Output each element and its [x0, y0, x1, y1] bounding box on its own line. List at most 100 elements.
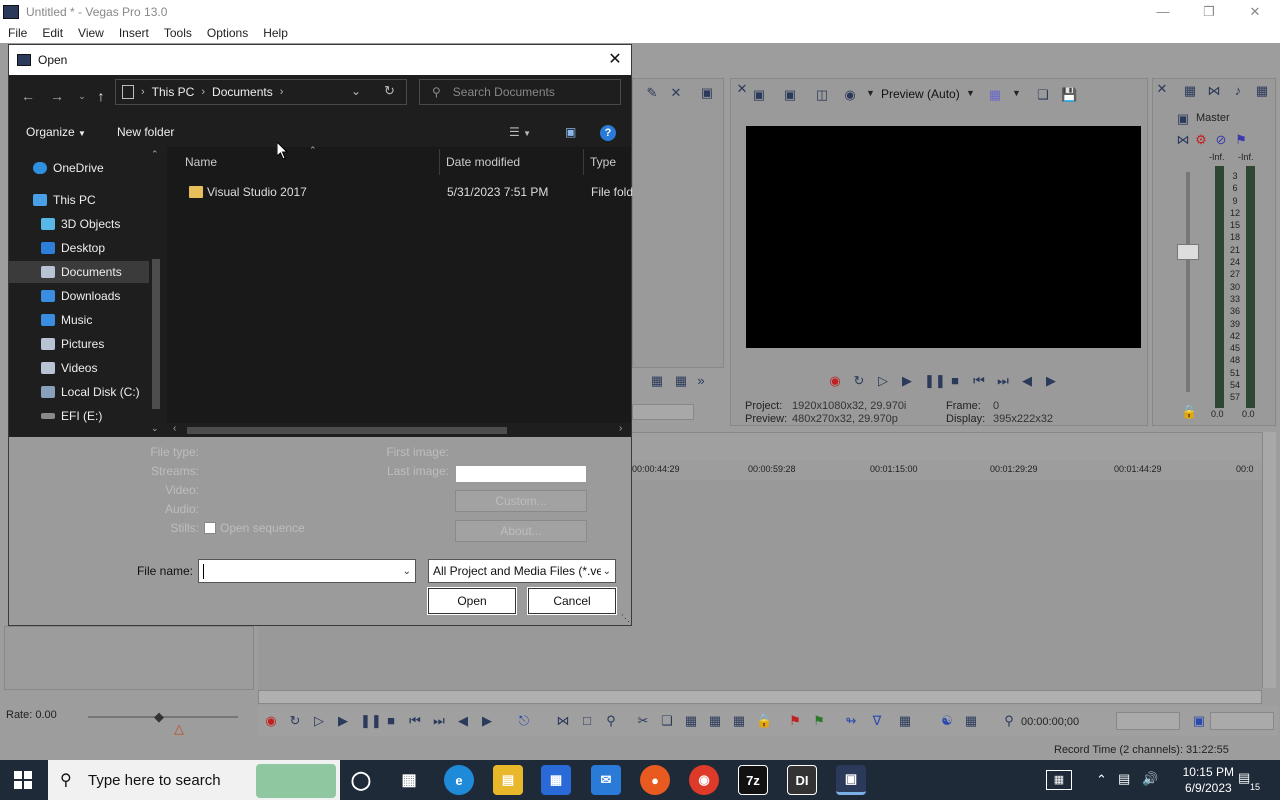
- column-header-date-modified[interactable]: Date modified: [446, 155, 520, 169]
- recent-locations-chevron-icon[interactable]: ⌄: [73, 87, 91, 105]
- fader-lock-icon[interactable]: 🔒: [1181, 405, 1197, 419]
- cancel-button[interactable]: Cancel: [527, 587, 617, 615]
- resize-grip-icon[interactable]: ⋱: [621, 613, 630, 624]
- master-fader-track[interactable]: [1186, 172, 1190, 392]
- open-sequence-checkbox[interactable]: [204, 522, 216, 534]
- close-app-button[interactable]: ✕: [1232, 0, 1278, 23]
- pause-icon[interactable]: ❚❚: [924, 374, 946, 388]
- rate-slider-handle-icon[interactable]: ◆: [152, 710, 166, 724]
- nav-item-local-disk[interactable]: Local Disk (C:): [9, 381, 149, 403]
- preview-pane-icon[interactable]: ▣: [565, 125, 576, 139]
- breadcrumb-documents[interactable]: Documents: [212, 85, 273, 99]
- mixer-tool-1-icon[interactable]: ▦: [1183, 84, 1197, 98]
- play-from-start-icon[interactable]: ▷: [876, 374, 890, 388]
- timeline-prev-frame-icon[interactable]: ◀: [456, 714, 470, 728]
- mixer-close-icon[interactable]: ✕: [1155, 82, 1169, 96]
- overlays-icon[interactable]: ◉: [843, 88, 857, 102]
- scroll-left-icon[interactable]: ‹: [173, 423, 176, 434]
- marker-flag-icon[interactable]: ⚑: [788, 714, 802, 728]
- region-icon[interactable]: ▦: [674, 374, 688, 388]
- timeline-next-frame-icon[interactable]: ▶: [480, 714, 494, 728]
- new-folder-button[interactable]: New folder: [117, 125, 174, 139]
- column-header-type[interactable]: Type: [590, 155, 616, 169]
- selection-length-field[interactable]: [1116, 712, 1180, 730]
- nav-item-this-pc[interactable]: This PC: [9, 189, 149, 211]
- preview-quality-arrow-icon[interactable]: ▼: [966, 88, 975, 98]
- scroll-down-icon[interactable]: ⌄: [151, 423, 159, 434]
- timeline-play-from-start-icon[interactable]: ▷: [312, 714, 326, 728]
- timeline-ruler[interactable]: 00:00:44:29 00:00:59:28 00:01:15:00 00:0…: [632, 460, 1262, 480]
- mixer-fx-icon[interactable]: ⋈: [1176, 133, 1190, 147]
- last-image-field[interactable]: [455, 465, 587, 483]
- taskbar-clock[interactable]: 10:15 PM 6/9/2023: [1183, 764, 1234, 796]
- address-dropdown-icon[interactable]: ⌄: [351, 84, 361, 98]
- master-fader-handle[interactable]: [1177, 244, 1199, 260]
- hscroll-thumb[interactable]: [187, 427, 507, 434]
- timeline-loop-icon[interactable]: ↻: [288, 714, 302, 728]
- tray-chevron-icon[interactable]: ⌃: [1096, 772, 1107, 788]
- timeline-vscrollbar[interactable]: [1262, 432, 1276, 688]
- pencil-icon[interactable]: ✎: [645, 86, 659, 100]
- grid-icon[interactable]: ▦: [988, 88, 1002, 102]
- previous-frame-icon[interactable]: ◀: [1020, 374, 1034, 388]
- custom-button[interactable]: Custom...: [455, 490, 587, 512]
- volume-icon[interactable]: 🔊: [1142, 771, 1158, 787]
- timecode-field[interactable]: [1210, 712, 1274, 730]
- lock-envelopes-icon[interactable]: ☯: [940, 714, 954, 728]
- auto-ripple-icon[interactable]: ↬: [844, 714, 858, 728]
- record-icon[interactable]: ◉: [828, 374, 842, 388]
- firefox-icon[interactable]: ●: [640, 765, 670, 795]
- scroll-up-icon[interactable]: ⌃: [151, 149, 159, 160]
- selection-tool-icon[interactable]: □: [580, 714, 594, 728]
- paste-icon[interactable]: ▦: [684, 714, 698, 728]
- timeline-pause-icon[interactable]: ❚❚: [360, 714, 382, 728]
- timeline-go-start-icon[interactable]: ⏮: [408, 714, 422, 728]
- column-header-name[interactable]: Name: [185, 155, 217, 169]
- address-bar[interactable]: › This PC › Documents › ⌄ ↻: [115, 79, 407, 105]
- dialog-close-icon[interactable]: ✕: [605, 50, 625, 70]
- go-to-start-icon[interactable]: ⏮: [972, 374, 986, 388]
- breadcrumb-this-pc[interactable]: This PC: [152, 85, 195, 99]
- split-screen-icon[interactable]: ◫: [815, 88, 829, 102]
- vegas-taskbar-icon[interactable]: ▣: [836, 765, 866, 795]
- back-arrow-icon[interactable]: ←: [19, 87, 37, 105]
- delete-icon[interactable]: ✕: [669, 86, 683, 100]
- edge-icon[interactable]: e: [444, 765, 474, 795]
- nav-pane-scrollbar[interactable]: ⌃ ⌄: [149, 147, 163, 437]
- windows-start-icon[interactable]: [14, 771, 32, 789]
- help-icon[interactable]: ?: [600, 125, 616, 141]
- envelope-tool-icon[interactable]: ⋈: [556, 714, 570, 728]
- organize-button[interactable]: Organize ▼: [26, 125, 86, 139]
- nav-item-videos[interactable]: Videos: [9, 357, 149, 379]
- di-app-icon[interactable]: DI: [787, 765, 817, 795]
- ignore-grouping-icon[interactable]: ▦: [964, 714, 978, 728]
- nav-item-downloads[interactable]: Downloads: [9, 285, 149, 307]
- file-name-input[interactable]: ⌄: [198, 559, 416, 583]
- split-icon[interactable]: ▦: [732, 714, 746, 728]
- task-view-icon[interactable]: ▦: [394, 765, 424, 795]
- menu-edit[interactable]: Edit: [34, 26, 70, 40]
- save-snapshot-icon[interactable]: 💾: [1061, 88, 1077, 102]
- timeline-play-icon[interactable]: ▶: [336, 714, 350, 728]
- restore-button[interactable]: ❐: [1186, 0, 1232, 23]
- go-to-end-icon[interactable]: ⏭: [996, 374, 1010, 388]
- mixer-tool-4-icon[interactable]: ▦: [1255, 84, 1269, 98]
- file-type-dropdown-icon[interactable]: ⌄: [600, 566, 611, 577]
- nav-item-efi[interactable]: EFI (E:): [9, 405, 149, 427]
- refresh-icon[interactable]: ↻: [384, 83, 395, 99]
- file-type-select[interactable]: All Project and Media Files (*.ve ⌄: [428, 559, 616, 583]
- nav-item-desktop[interactable]: Desktop: [9, 237, 149, 259]
- trim-icon[interactable]: ▦: [708, 714, 722, 728]
- copy-icon[interactable]: ❏: [660, 714, 674, 728]
- menu-options[interactable]: Options: [199, 26, 255, 40]
- preview-quality-dropdown[interactable]: Preview (Auto): [881, 87, 960, 101]
- normal-edit-tool-icon[interactable]: ⎋: [517, 714, 531, 728]
- overlay-dropdown-icon[interactable]: ▼: [866, 88, 875, 98]
- snapping-icon[interactable]: ∇: [870, 714, 884, 728]
- file-explorer-icon[interactable]: ▤: [493, 765, 523, 795]
- cortana-icon[interactable]: ◯: [346, 765, 376, 795]
- grid-dropdown-icon[interactable]: ▼: [1012, 88, 1021, 98]
- timeline-hscrollbar[interactable]: [258, 690, 1262, 704]
- preview-close-icon[interactable]: ✕: [735, 82, 749, 96]
- preview-properties-icon[interactable]: ▣: [752, 88, 766, 102]
